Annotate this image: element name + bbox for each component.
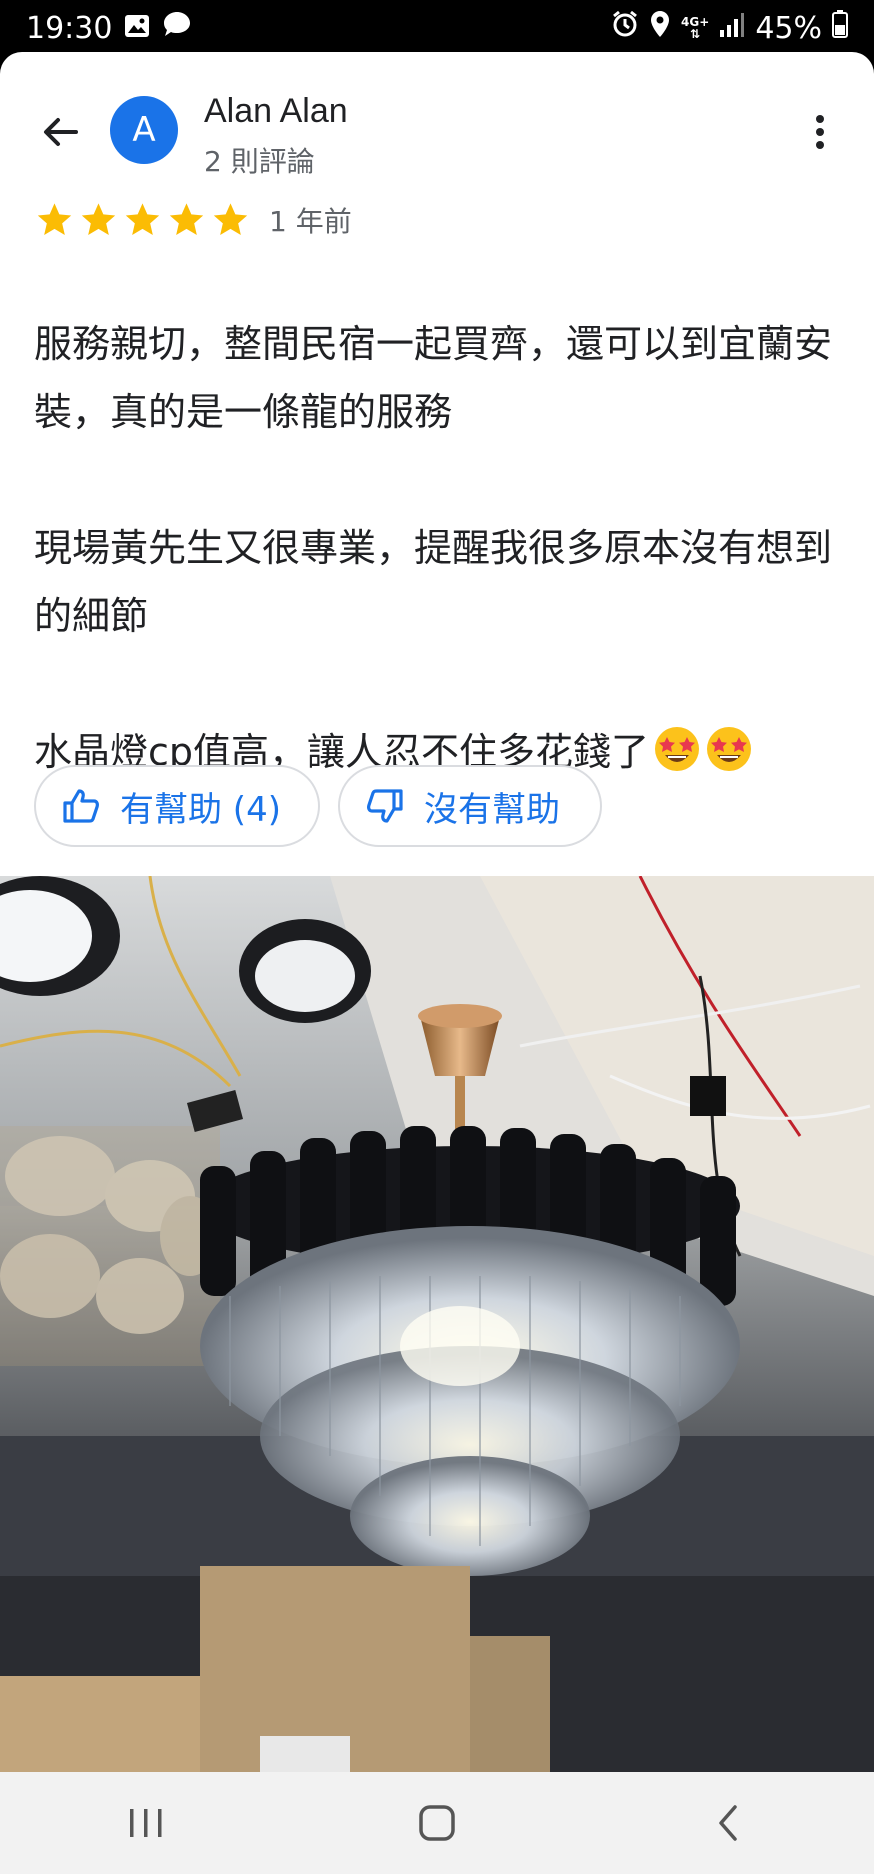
rating-row: 1 年前 (34, 200, 352, 240)
status-time: 19:30 (26, 10, 113, 46)
battery-icon (832, 10, 848, 46)
review-paragraph: 現場黃先生又很專業，提醒我很多原本沒有想到的細節 (34, 526, 833, 638)
helpful-label: 有幫助 (4) (120, 789, 281, 830)
star-icon (81, 203, 116, 235)
alarm-icon (611, 10, 639, 46)
status-left: 19:30 (26, 10, 192, 46)
review-date: 1 年前 (269, 205, 352, 238)
more-options-button[interactable] (792, 102, 848, 162)
more-vert-icon (816, 115, 824, 149)
avatar[interactable]: A (110, 96, 178, 164)
thumb-down-icon (367, 789, 403, 823)
star-icon (125, 203, 160, 235)
signal-icon (719, 11, 745, 46)
star-icon (37, 203, 72, 235)
location-icon (649, 10, 671, 46)
not-helpful-label: 沒有幫助 (424, 789, 560, 830)
star-icon (169, 203, 204, 235)
star-struck-emoji-icon (655, 727, 700, 771)
helpful-button[interactable]: 有幫助 (4) (34, 765, 320, 847)
back-button[interactable] (30, 102, 90, 162)
star-icon (213, 203, 248, 235)
gallery-icon (124, 11, 150, 46)
vote-row: 有幫助 (4) 沒有幫助 (34, 765, 602, 847)
star-rating (34, 200, 251, 240)
star-struck-emoji-icon (707, 727, 752, 771)
review-header: A Alan Alan 2 則評論 (0, 80, 874, 190)
review-text: 服務親切，整間民宿一起買齊，還可以到宜蘭安裝，真的是一條龍的服務 現場黃先生又很… (34, 310, 846, 786)
status-right: 4G+ ⇅ 45% (611, 10, 848, 46)
recent-apps-icon (129, 1809, 162, 1837)
back-icon (719, 1805, 738, 1841)
arrow-left-icon (44, 118, 78, 146)
nav-back-button[interactable] (668, 1783, 788, 1863)
review-photo[interactable] (0, 876, 874, 1772)
home-button[interactable] (377, 1783, 497, 1863)
home-icon (419, 1805, 455, 1841)
network-type: 4G+ (681, 15, 710, 29)
crystal-chandelier-photo (0, 876, 874, 1772)
review-count: 2 則評論 (204, 145, 315, 178)
chat-icon (162, 10, 192, 46)
review-paragraph: 服務親切，整間民宿一起買齊，還可以到宜蘭安裝，真的是一條龍的服務 (34, 322, 833, 434)
thumb-up-icon (63, 789, 99, 823)
battery-percent: 45% (755, 10, 822, 46)
status-bar: 19:30 4G+ ⇅ 45% (0, 0, 874, 56)
author-name[interactable]: Alan Alan (204, 92, 348, 131)
recent-apps-button[interactable] (86, 1783, 206, 1863)
network-indicator: 4G+ ⇅ (681, 15, 710, 41)
not-helpful-button[interactable]: 沒有幫助 (338, 765, 602, 847)
navigation-bar (0, 1772, 874, 1874)
review-sheet: A Alan Alan 2 則評論 1 年前 服務親切，整間民宿一起買齊，還可以… (0, 52, 874, 876)
